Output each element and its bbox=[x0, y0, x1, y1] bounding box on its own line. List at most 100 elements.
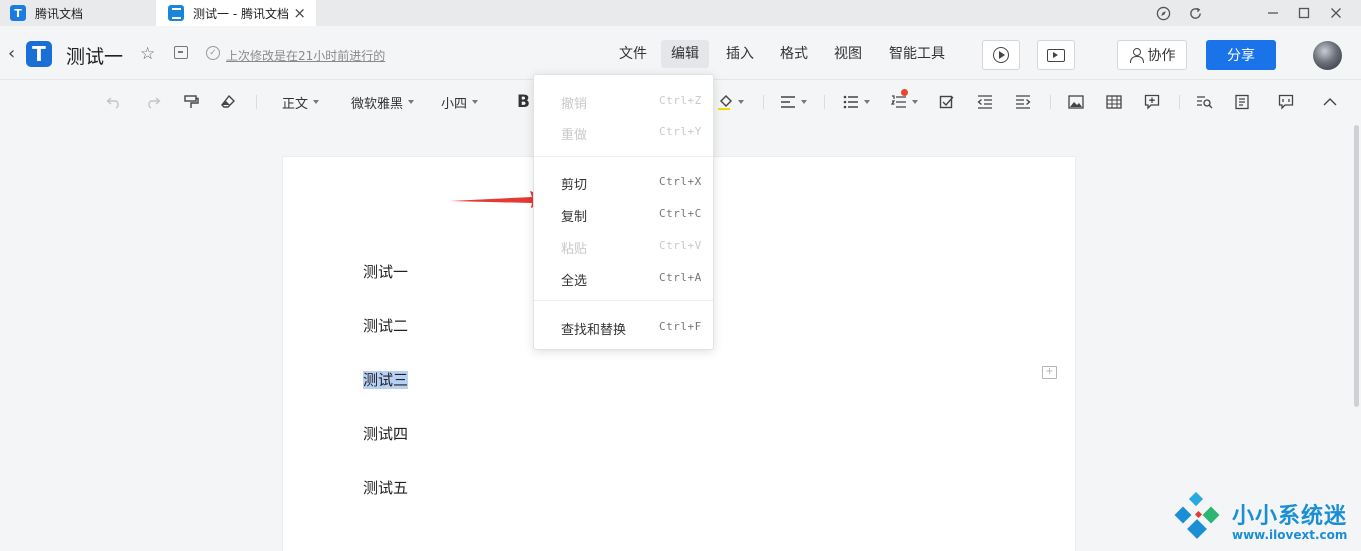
menu-file[interactable]: 文件 bbox=[609, 40, 657, 68]
compass-icon[interactable] bbox=[1154, 4, 1172, 22]
chevron-down-icon bbox=[313, 100, 320, 104]
save-status[interactable]: 上次修改是在21小时前进行的 bbox=[226, 47, 385, 64]
outdent-icon[interactable] bbox=[977, 92, 993, 112]
maximize-icon[interactable] bbox=[1295, 4, 1313, 22]
checklist-icon[interactable] bbox=[939, 92, 955, 112]
user-icon bbox=[1129, 48, 1144, 63]
watermark: 小小系统迷 www.ilovext.com bbox=[1170, 490, 1356, 548]
menu-item-cut[interactable]: 剪切 Ctrl+X bbox=[534, 168, 713, 196]
menu-item-label: 粘贴 bbox=[561, 242, 588, 257]
minimize-icon[interactable] bbox=[1264, 4, 1282, 22]
undo-icon[interactable] bbox=[106, 92, 122, 112]
document-outline-icon[interactable] bbox=[1234, 92, 1250, 112]
presentation-icon bbox=[1047, 48, 1065, 62]
document-icon bbox=[168, 5, 184, 21]
menu-item-shortcut: Ctrl+Y bbox=[659, 125, 702, 138]
eraser-icon[interactable] bbox=[220, 92, 236, 112]
selected-text: 测试三 bbox=[363, 371, 409, 389]
collaborate-label: 协作 bbox=[1147, 48, 1176, 64]
avatar[interactable] bbox=[1313, 41, 1342, 70]
find-replace-icon[interactable] bbox=[1196, 92, 1213, 112]
paragraph-text: 测试二 bbox=[363, 317, 409, 335]
add-comment-icon[interactable]: + bbox=[1042, 366, 1057, 379]
watermark-name: 小小系统迷 bbox=[1232, 504, 1348, 529]
menu-item-label: 剪切 bbox=[561, 178, 588, 193]
bullet-list-icon[interactable] bbox=[843, 92, 870, 112]
menu-view[interactable]: 视图 bbox=[824, 40, 872, 68]
indent-icon[interactable] bbox=[1015, 92, 1031, 112]
paragraph[interactable]: 测试四 bbox=[363, 423, 408, 444]
paragraph[interactable]: 测试二 bbox=[363, 315, 408, 336]
menu-format[interactable]: 格式 bbox=[770, 40, 818, 68]
play-button[interactable] bbox=[982, 40, 1020, 70]
menu-item-select-all[interactable]: 全选 Ctrl+A bbox=[534, 264, 713, 292]
menu-item-shortcut: Ctrl+V bbox=[659, 239, 702, 252]
tab-label: 测试一 - 腾讯文档 bbox=[193, 6, 289, 21]
presentation-button[interactable] bbox=[1037, 40, 1075, 70]
collapse-toolbar-icon[interactable] bbox=[1323, 92, 1337, 112]
chevron-down-icon bbox=[801, 100, 807, 104]
insert-comment-icon[interactable] bbox=[1144, 92, 1160, 112]
table-icon[interactable] bbox=[1106, 92, 1122, 112]
menu-item-shortcut: Ctrl+A bbox=[659, 271, 702, 284]
menu-item-undo[interactable]: 撤销 Ctrl+Z bbox=[534, 87, 713, 115]
highlight-icon[interactable] bbox=[717, 92, 744, 112]
back-icon[interactable]: ‹ bbox=[8, 43, 15, 64]
chevron-down-icon bbox=[912, 100, 918, 104]
vertical-scrollbar[interactable] bbox=[1354, 125, 1359, 407]
share-button[interactable]: 分享 bbox=[1206, 40, 1276, 70]
star-icon[interactable]: ☆ bbox=[140, 44, 155, 64]
saved-check-icon: ✓ bbox=[206, 46, 220, 60]
chevron-down-icon bbox=[864, 100, 870, 104]
bold-button[interactable]: B bbox=[517, 92, 530, 112]
align-icon[interactable] bbox=[780, 92, 807, 112]
paragraph-selected[interactable]: 测试三 bbox=[363, 369, 409, 390]
format-painter-icon[interactable] bbox=[183, 92, 199, 112]
tencent-docs-icon: T bbox=[10, 5, 26, 21]
move-to-folder-icon[interactable] bbox=[174, 46, 188, 59]
paragraph[interactable]: 测试一 bbox=[363, 261, 408, 282]
menu-item-shortcut: Ctrl+C bbox=[659, 207, 702, 220]
tab-label: 腾讯文档 bbox=[35, 6, 84, 21]
collaborate-button[interactable]: 协作 bbox=[1117, 40, 1187, 70]
tencent-docs-logo[interactable]: T bbox=[26, 41, 52, 67]
doc-title[interactable]: 测试一 bbox=[66, 42, 123, 69]
menu-edit[interactable]: 编辑 bbox=[661, 40, 709, 68]
menu-item-shortcut: Ctrl+X bbox=[659, 175, 702, 188]
chevron-down-icon bbox=[472, 100, 479, 104]
chevron-down-icon bbox=[408, 100, 415, 104]
menu-item-label: 撤销 bbox=[561, 97, 588, 112]
menu-item-shortcut: Ctrl+F bbox=[659, 320, 702, 333]
menu-item-find-replace[interactable]: 查找和替换 Ctrl+F bbox=[534, 313, 713, 341]
menu-divider bbox=[534, 300, 713, 301]
new-feature-dot bbox=[901, 89, 908, 96]
font-size-value: 小四 bbox=[441, 96, 468, 112]
paragraph-style-select[interactable]: 正文 bbox=[282, 92, 320, 112]
font-family-select[interactable]: 微软雅黑 bbox=[351, 92, 415, 112]
font-size-select[interactable]: 小四 bbox=[441, 92, 479, 112]
redo-icon[interactable] bbox=[145, 92, 161, 112]
menu-item-label: 全选 bbox=[561, 274, 588, 289]
doc-header: ‹ T 测试一 ☆ ✓ 上次修改是在21小时前进行的 文件 编辑 插入 格式 视… bbox=[0, 26, 1361, 80]
tab-current-doc[interactable]: 测试一 - 腾讯文档 × bbox=[156, 0, 316, 26]
menu-insert[interactable]: 插入 bbox=[716, 40, 764, 68]
toolbar-divider bbox=[1050, 95, 1051, 109]
menu-item-label: 重做 bbox=[561, 128, 588, 143]
tab-tencent-docs[interactable]: T 腾讯文档 bbox=[0, 0, 156, 26]
image-icon[interactable] bbox=[1068, 92, 1084, 112]
paragraph[interactable]: 测试五 bbox=[363, 477, 408, 498]
edit-menu-dropdown: 撤销 Ctrl+Z 重做 Ctrl+Y 剪切 Ctrl+X 复制 Ctrl+C … bbox=[533, 74, 714, 350]
menu-item-redo[interactable]: 重做 Ctrl+Y bbox=[534, 118, 713, 146]
menu-item-copy[interactable]: 复制 Ctrl+C bbox=[534, 200, 713, 228]
numbered-list-icon[interactable] bbox=[891, 89, 918, 112]
font-family-value: 微软雅黑 bbox=[351, 96, 404, 112]
toolbar-divider bbox=[1179, 95, 1180, 109]
menu-item-paste[interactable]: 粘贴 Ctrl+V bbox=[534, 232, 713, 260]
paragraph-text: 测试一 bbox=[363, 263, 409, 281]
comments-panel-icon[interactable] bbox=[1278, 92, 1294, 112]
menu-smart-tools[interactable]: 智能工具 bbox=[879, 40, 955, 68]
refresh-icon[interactable] bbox=[1186, 4, 1204, 22]
paragraph-text: 测试五 bbox=[363, 479, 409, 497]
close-icon[interactable]: × bbox=[293, 4, 306, 22]
close-icon[interactable] bbox=[1327, 4, 1345, 22]
